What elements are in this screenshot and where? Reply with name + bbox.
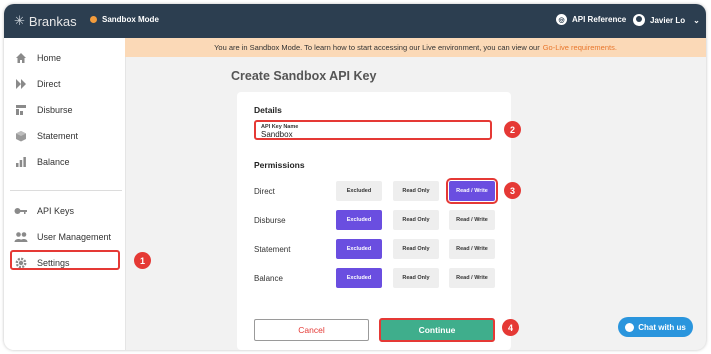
sandbox-banner: You are in Sandbox Mode. To learn how to… [125, 38, 706, 57]
sidebar-item-balance[interactable]: Balance [4, 152, 125, 172]
chat-bubble-icon [625, 322, 635, 332]
step-badge-2: 2 [504, 121, 521, 138]
sidebar-item-label: Home [37, 53, 62, 63]
disburse-read-write-button[interactable]: Read / Write [449, 210, 495, 230]
statement-read-only-button[interactable]: Read Only [393, 239, 439, 259]
sidebar: Home Direct Disburse Statement Balance A… [4, 38, 126, 350]
app-window: ✳ Brankas Sandbox Mode ◎ API Reference J… [4, 4, 706, 350]
step-badge-3: 3 [504, 182, 521, 199]
disburse-excluded-button[interactable]: Excluded [336, 210, 382, 230]
permissions-heading: Permissions [254, 160, 305, 170]
sidebar-item-label: Disburse [37, 105, 73, 115]
disburse-read-only-button[interactable]: Read Only [393, 210, 439, 230]
sidebar-item-user-management[interactable]: User Management [4, 227, 125, 247]
avatar [633, 14, 645, 26]
disburse-icon [14, 103, 28, 117]
statement-read-write-button[interactable]: Read / Write [449, 239, 495, 259]
statement-cube-icon [14, 129, 28, 143]
direct-read-write-button[interactable]: Read / Write [446, 178, 498, 204]
api-reference-link[interactable]: ◎ API Reference [556, 14, 626, 25]
permission-row-balance: Balance Excluded Read Only Read / Write [237, 268, 511, 290]
step-badge-1: 1 [134, 252, 151, 269]
sidebar-item-label: User Management [37, 232, 112, 242]
create-key-form: Details API Key Name Sandbox Permissions… [237, 92, 511, 350]
sidebar-item-label: Balance [37, 157, 70, 167]
permission-row-direct: Direct Excluded Read Only Read / Write [237, 178, 511, 204]
direct-read-only-button[interactable]: Read Only [393, 181, 439, 201]
home-icon [14, 51, 28, 65]
balance-read-only-button[interactable]: Read Only [393, 268, 439, 288]
details-heading: Details [254, 105, 282, 115]
sidebar-item-disburse[interactable]: Disburse [4, 100, 125, 120]
sidebar-item-label: API Keys [37, 206, 75, 216]
balance-read-write-button[interactable]: Read / Write [449, 268, 495, 288]
status-dot-icon [90, 16, 97, 23]
chat-label: Chat with us [638, 322, 686, 332]
sidebar-divider [10, 190, 122, 191]
sidebar-item-direct[interactable]: Direct [4, 74, 125, 94]
statement-excluded-button[interactable]: Excluded [336, 239, 382, 259]
sandbox-mode-indicator: Sandbox Mode [90, 15, 159, 24]
permission-row-disburse: Disburse Excluded Read Only Read / Write [237, 210, 511, 232]
sidebar-item-home[interactable]: Home [4, 48, 125, 68]
chat-with-us-button[interactable]: Chat with us [618, 317, 693, 337]
direct-excluded-button[interactable]: Excluded [336, 181, 382, 201]
sidebar-item-api-keys[interactable]: API Keys [4, 201, 125, 221]
permission-name: Balance [254, 274, 283, 283]
api-key-name-value: Sandbox [261, 130, 293, 139]
api-key-name-field[interactable]: API Key Name Sandbox [254, 120, 492, 140]
banner-text: You are in Sandbox Mode. To learn how to… [214, 43, 540, 52]
go-live-link[interactable]: Go-Live requirements. [543, 43, 617, 52]
step-badge-4: 4 [502, 319, 519, 336]
users-icon [14, 230, 28, 244]
sidebar-item-label: Statement [37, 131, 79, 141]
user-name: Javier Lo [650, 15, 686, 25]
brand-star-icon: ✳ [14, 13, 25, 28]
brand-name: Brankas [28, 13, 77, 29]
balance-bars-icon [14, 155, 28, 169]
brand-logo[interactable]: ✳ Brankas [14, 13, 77, 29]
chevron-down-icon: ⌄ [693, 15, 700, 25]
key-icon [14, 204, 28, 218]
api-reference-label: API Reference [572, 15, 627, 24]
permission-row-statement: Statement Excluded Read Only Read / Writ… [237, 239, 511, 261]
permission-name: Disburse [254, 216, 286, 225]
cancel-button[interactable]: Cancel [254, 319, 369, 341]
user-menu[interactable]: Javier Lo ⌄ [633, 14, 700, 26]
settings-highlight-box [10, 250, 120, 270]
balance-excluded-button[interactable]: Excluded [336, 268, 382, 288]
page-title: Create Sandbox API Key [231, 69, 377, 83]
continue-button[interactable]: Continue [379, 318, 495, 342]
direct-arrows-icon [14, 77, 28, 91]
top-bar: ✳ Brankas Sandbox Mode ◎ API Reference J… [4, 4, 706, 38]
sidebar-item-statement[interactable]: Statement [4, 126, 125, 146]
permission-name: Direct [254, 187, 275, 196]
sidebar-item-label: Direct [37, 79, 61, 89]
api-reference-icon: ◎ [556, 14, 567, 25]
sandbox-mode-label: Sandbox Mode [102, 15, 159, 24]
permission-name: Statement [254, 245, 291, 254]
